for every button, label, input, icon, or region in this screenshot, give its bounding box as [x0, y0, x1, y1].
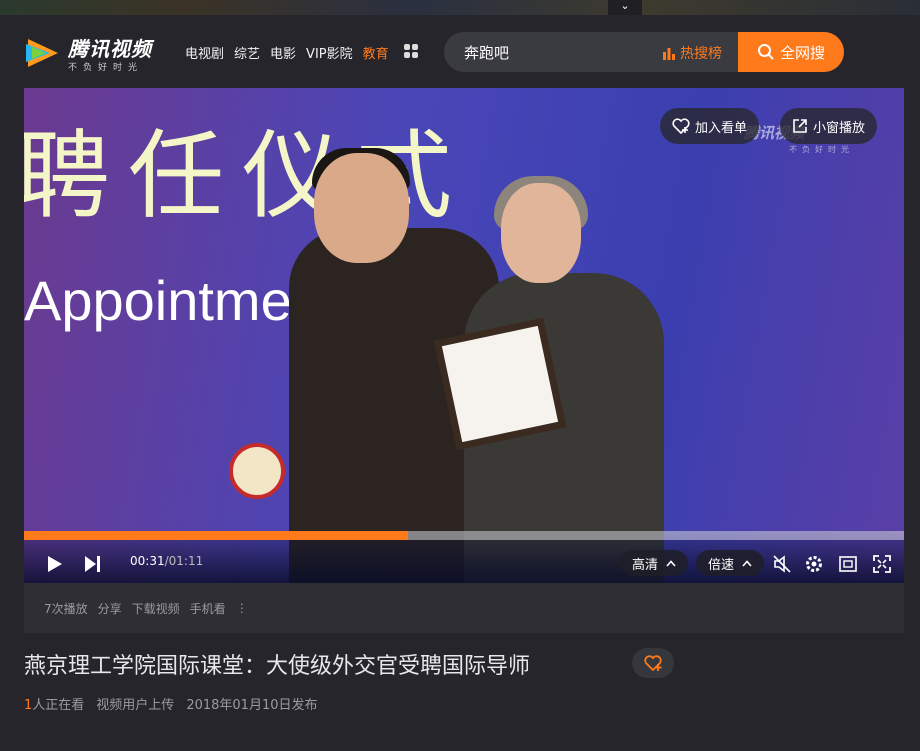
search-icon — [757, 44, 774, 60]
mute-icon[interactable] — [772, 554, 792, 578]
speed-select[interactable]: 倍速 — [696, 550, 765, 576]
bar-chart-icon — [663, 48, 675, 60]
heart-plus-icon — [672, 118, 690, 134]
search-input[interactable]: 奔跑吧 — [464, 42, 509, 63]
mobile-watch-link[interactable]: 手机看 — [190, 600, 226, 617]
add-watchlist-button[interactable]: 加入看单 — [660, 108, 760, 144]
nav-item-variety[interactable]: 综艺 — [234, 43, 260, 62]
popout-icon — [793, 119, 807, 133]
site-header: 腾讯视频 不负好时光 电视剧 综艺 电影 VIP影院 教育 奔跑吧 热搜榜 全网 — [0, 15, 920, 87]
speed-label: 倍速 — [708, 557, 735, 573]
search-bar: 奔跑吧 热搜榜 全网搜 — [444, 32, 844, 72]
certificate-frame — [433, 317, 567, 451]
heart-plus-icon — [644, 655, 662, 672]
next-icon[interactable] — [82, 554, 102, 578]
hot-search-button[interactable]: 热搜榜 — [662, 43, 722, 63]
search-button-label: 全网搜 — [779, 43, 825, 62]
main-nav: 电视剧 综艺 电影 VIP影院 教育 — [185, 43, 389, 62]
quality-select[interactable]: 高清 — [620, 550, 689, 576]
nav-item-tv[interactable]: 电视剧 — [185, 43, 224, 62]
search-button[interactable]: 全网搜 — [738, 32, 844, 72]
logo[interactable]: 腾讯视频 不负好时光 — [24, 33, 152, 73]
hot-search-label: 热搜榜 — [680, 46, 722, 62]
time-display: 00:31/01:11 — [130, 554, 203, 568]
video-meta: 1人正在看 视频用户上传 2018年01月10日发布 — [24, 694, 317, 713]
chevron-up-icon — [742, 559, 752, 567]
top-banner-strip: ⌄ — [0, 0, 920, 15]
download-link[interactable]: 下载视频 — [132, 600, 180, 617]
chevron-up-icon — [666, 559, 676, 567]
miniplayer-button[interactable]: 小窗播放 — [780, 108, 878, 144]
recipient-head — [501, 183, 581, 283]
add-watchlist-label: 加入看单 — [695, 120, 748, 136]
progress-bar[interactable] — [24, 531, 904, 540]
presenter-head — [314, 153, 409, 263]
school-emblem — [229, 443, 285, 499]
video-watermark-slogan: 不负好时光 — [789, 145, 854, 154]
nav-item-education[interactable]: 教育 — [363, 43, 389, 62]
publish-date: 2018年01月10日发布 — [186, 698, 318, 713]
share-link[interactable]: 分享 — [98, 600, 122, 617]
miniplayer-label: 小窗播放 — [813, 120, 866, 136]
play-icon[interactable] — [44, 554, 64, 578]
more-menu-icon[interactable]: ⋮ — [236, 601, 248, 615]
follow-button[interactable] — [632, 648, 674, 678]
duration: /01:11 — [164, 554, 204, 568]
logo-title: 腾讯视频 — [68, 37, 152, 61]
quality-label: 高清 — [632, 557, 659, 573]
video-action-bar: 7次播放 分享 下载视频 手机看 ⋮ — [24, 583, 904, 633]
progress-fill — [24, 531, 408, 540]
logo-slogan: 不负好时光 — [68, 63, 144, 73]
webfullscreen-icon[interactable] — [838, 554, 858, 578]
watching-now: 1人正在看 — [24, 694, 84, 713]
nav-item-movie[interactable]: 电影 — [270, 43, 296, 62]
play-count: 7次播放 — [44, 601, 88, 616]
more-channels-icon[interactable] — [404, 44, 418, 58]
play-logo-icon — [24, 36, 62, 70]
settings-icon[interactable] — [804, 554, 824, 578]
chevron-down-icon[interactable]: ⌄ — [608, 0, 642, 15]
video-player[interactable]: 聘任仪式 Appointment Ceremony 腾讯视频 不负好时光 加入看… — [24, 88, 904, 583]
video-title: 燕京理工学院国际课堂：大使级外交官受聘国际导师 — [24, 654, 531, 679]
uploader: 视频用户上传 — [96, 698, 175, 713]
nav-item-vip[interactable]: VIP影院 — [306, 43, 353, 62]
current-time: 00:31 — [130, 554, 165, 568]
watching-label: 人正在看 — [32, 698, 85, 713]
fullscreen-icon[interactable] — [872, 554, 892, 578]
